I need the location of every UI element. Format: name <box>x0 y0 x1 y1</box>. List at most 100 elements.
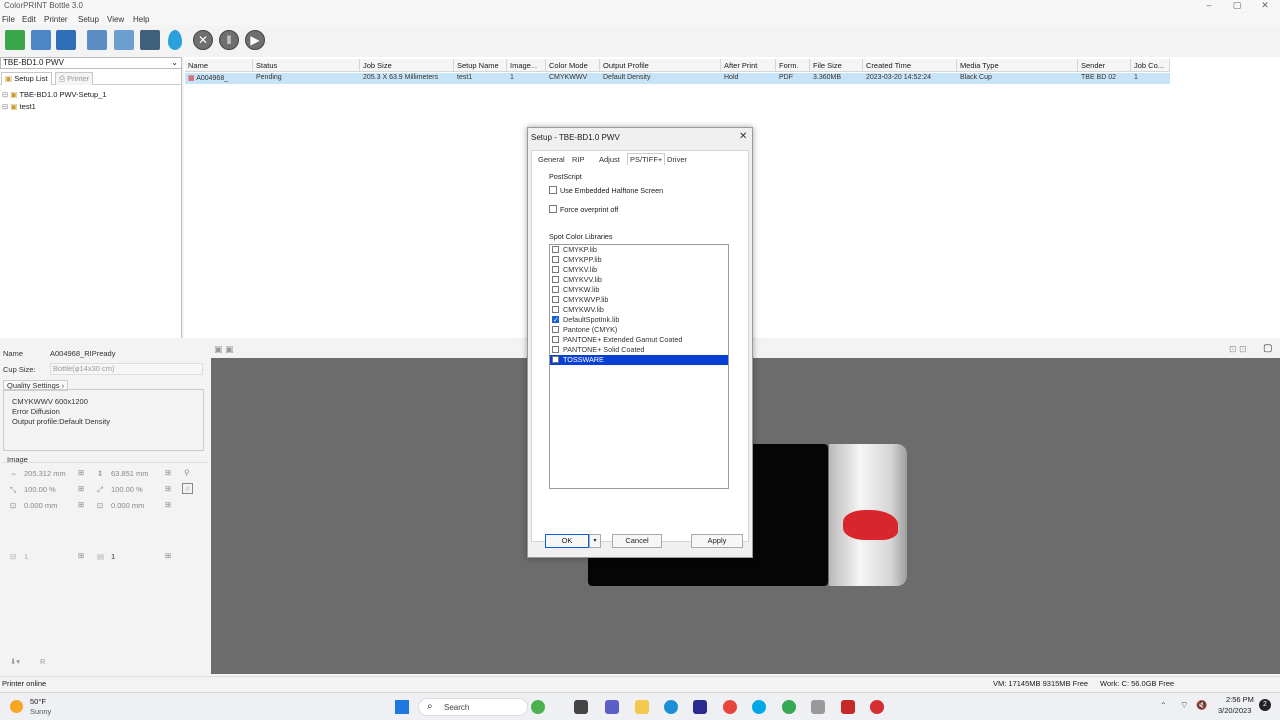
column-header[interactable]: Image... <box>507 59 546 72</box>
list-item[interactable]: CMYKWVP.lib <box>550 295 728 305</box>
table-cell[interactable]: Hold <box>721 73 776 84</box>
tab-rip[interactable]: RIP <box>572 155 585 164</box>
spin-icon[interactable]: ⊞ <box>78 500 84 509</box>
column-header[interactable]: Form. <box>776 59 810 72</box>
device-select[interactable]: TBE-BD1.0 PWV ⌄ <box>0 57 182 69</box>
column-header[interactable]: Setup Name <box>454 59 507 72</box>
library-checkbox[interactable] <box>552 296 559 303</box>
spin-icon[interactable]: ⊞ <box>78 468 84 477</box>
app-icon[interactable] <box>870 700 884 714</box>
ink-drop-icon[interactable] <box>168 30 182 50</box>
library-checkbox[interactable] <box>552 336 559 343</box>
library-checkbox[interactable] <box>552 306 559 313</box>
app-icon[interactable] <box>841 700 855 714</box>
lock-icon[interactable]: ⚲ <box>184 468 190 477</box>
library-checkbox[interactable] <box>552 356 559 363</box>
print-setup-icon[interactable] <box>87 30 107 50</box>
offset-x-field[interactable]: 0.000 mm <box>24 501 57 510</box>
copies-field[interactable]: 1 <box>24 552 28 561</box>
column-header[interactable]: Status <box>253 59 360 72</box>
table-cell[interactable]: TBE BD 02 <box>1078 73 1131 84</box>
library-checkbox[interactable] <box>552 256 559 263</box>
minimize-button[interactable]: – <box>1198 0 1220 12</box>
list-item[interactable]: ✓ DefaultSpotInk.lib <box>550 315 728 325</box>
table-cell[interactable]: test1 <box>454 73 507 84</box>
ok-dropdown-button[interactable]: ▾ <box>589 534 601 548</box>
play-icon[interactable]: ▶ <box>245 30 265 50</box>
column-header[interactable]: Created Time <box>863 59 957 72</box>
refresh-icon[interactable] <box>5 30 25 50</box>
library-checkbox[interactable] <box>552 246 559 253</box>
list-item[interactable]: CMYKWV.lib <box>550 305 728 315</box>
column-header[interactable]: File Size <box>810 59 863 72</box>
table-cell[interactable]: Default Density <box>600 73 721 84</box>
list-item[interactable]: PANTONE+ Solid Coated <box>550 345 728 355</box>
column-header[interactable]: Sender <box>1078 59 1131 72</box>
menu-view[interactable]: View <box>107 15 124 24</box>
fit-icon[interactable]: ○ <box>182 483 193 494</box>
notification-icon[interactable]: 2 <box>1259 699 1271 711</box>
list-item[interactable]: CMYKP.lib <box>550 245 728 255</box>
scale-x-field[interactable]: 100.00 % <box>24 485 56 494</box>
apply-button[interactable]: Apply <box>691 534 743 548</box>
list-item[interactable]: CMYKW.lib <box>550 285 728 295</box>
edge-icon[interactable] <box>664 700 678 714</box>
library-checkbox[interactable] <box>552 286 559 293</box>
ok-button[interactable]: OK <box>545 534 589 548</box>
offset-y-field[interactable]: 0.000 mm <box>111 501 144 510</box>
app-icon[interactable] <box>531 700 545 714</box>
app-icon[interactable] <box>693 700 707 714</box>
fullscreen-icon[interactable]: ▢ <box>1263 343 1272 354</box>
weather-icon[interactable] <box>10 700 23 713</box>
close-window-button[interactable]: ✕ <box>1254 0 1276 12</box>
menu-setup[interactable]: Setup <box>78 15 99 24</box>
download-icon[interactable]: ⬇▾ <box>10 657 20 666</box>
spin-icon[interactable]: ⊞ <box>165 500 171 509</box>
chrome-icon[interactable] <box>723 700 737 714</box>
teams-icon[interactable] <box>605 700 619 714</box>
skype-icon[interactable] <box>752 700 766 714</box>
spot-library-list[interactable]: CMYKP.lib CMYKPP.lib CMYKV.lib CMYKVV.li… <box>549 244 729 489</box>
library-checkbox[interactable] <box>552 266 559 273</box>
explorer-icon[interactable] <box>635 700 649 714</box>
spin-icon[interactable]: ⊞ <box>78 551 84 560</box>
library-checkbox[interactable] <box>552 326 559 333</box>
tab-setup-list[interactable]: ▣ Setup List <box>1 72 52 85</box>
clock-date[interactable]: 3/20/2023 <box>1218 706 1251 715</box>
column-header[interactable]: Media Type <box>957 59 1078 72</box>
spin-icon[interactable]: ⊞ <box>165 468 171 477</box>
volume-icon[interactable]: 🔇 <box>1196 700 1207 711</box>
cancel-job-icon[interactable]: ✕ <box>193 30 213 50</box>
preview-icon[interactable] <box>114 30 134 50</box>
colorprint-icon[interactable] <box>811 700 825 714</box>
table-cell[interactable]: 2023-03-20 14:52:24 <box>863 73 957 84</box>
tab-general[interactable]: General <box>538 155 565 164</box>
width-field[interactable]: 205.312 mm <box>24 469 66 478</box>
height-field[interactable]: 63.851 mm <box>111 469 149 478</box>
chrome-icon[interactable] <box>782 700 796 714</box>
library-checkbox[interactable] <box>552 346 559 353</box>
library-checkbox[interactable] <box>552 276 559 283</box>
scale-y-field[interactable]: 100.00 % <box>111 485 143 494</box>
windows-start-icon[interactable] <box>395 700 409 714</box>
table-cell[interactable]: 205.3 X 63.9 Millimeters <box>360 73 454 84</box>
column-header[interactable]: After Print <box>721 59 776 72</box>
menu-edit[interactable]: Edit <box>22 15 36 24</box>
table-cell[interactable]: ▦ A004968_ <box>185 73 253 84</box>
tree-item-test1[interactable]: ⊟ ▣ test1 <box>2 102 36 111</box>
reset-icon[interactable]: R <box>40 657 45 666</box>
tab-ps-tiff[interactable]: PS/TIFF+ <box>627 153 666 165</box>
list-item[interactable]: CMYKV.lib <box>550 265 728 275</box>
menu-help[interactable]: Help <box>133 15 149 24</box>
repeat-field[interactable]: 1 <box>111 552 115 561</box>
table-cell[interactable]: 1 <box>1131 73 1170 84</box>
network-icon[interactable]: ⌔ <box>1180 700 1188 711</box>
force-overprint-checkbox[interactable] <box>549 205 557 213</box>
table-cell[interactable]: PDF <box>776 73 810 84</box>
pause-icon[interactable]: ‖ <box>219 30 239 50</box>
column-header[interactable]: Job Size <box>360 59 454 72</box>
list-item[interactable]: CMYKVV.lib <box>550 275 728 285</box>
zoom-fit-icon[interactable]: ⊡ ⊡ <box>1229 344 1247 355</box>
cancel-button[interactable]: Cancel <box>612 534 662 548</box>
list-item-selected[interactable]: TOSSWARE <box>550 355 728 365</box>
